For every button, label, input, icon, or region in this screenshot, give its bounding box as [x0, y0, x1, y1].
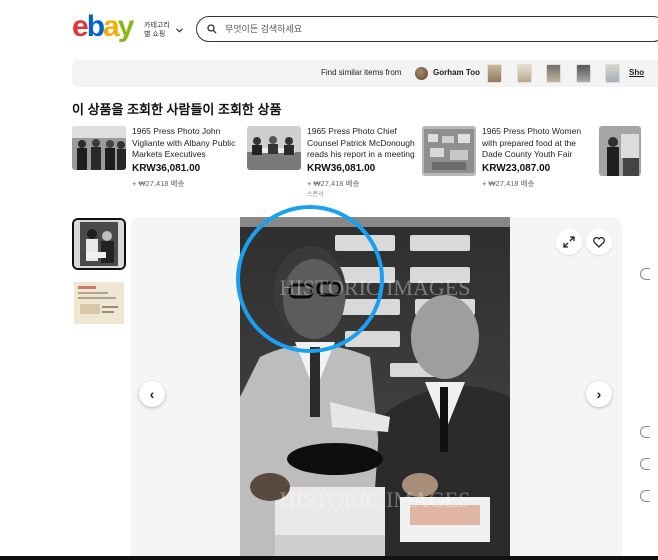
bottom-edge — [0, 556, 658, 560]
sponsored-label: 스폰서 — [307, 192, 324, 198]
item-shipping: + ₩27,418 배송 — [482, 179, 535, 188]
carousel-item[interactable]: 1965 Press Photo Chief Counsel Patrick M… — [247, 126, 425, 201]
chevron-down-icon — [176, 25, 183, 35]
main-product-photo[interactable]: HISTORIC IMAGES HISTORIC IMAGES — [240, 217, 510, 560]
item-image[interactable] — [599, 126, 641, 176]
item-image[interactable] — [72, 126, 126, 170]
watermark-text-2: HISTORIC IMAGES — [280, 487, 471, 512]
item-price: KRW36,081.00 — [307, 163, 376, 174]
similar-item-thumb[interactable] — [546, 64, 561, 83]
heart-icon — [593, 236, 605, 248]
shop-link[interactable]: Sho — [629, 68, 644, 77]
image-thumbnail-2[interactable] — [72, 278, 126, 330]
similar-item-thumb[interactable] — [605, 64, 620, 83]
similar-items-label: Find similar items from — [321, 68, 402, 77]
search-input[interactable] — [225, 24, 605, 34]
prev-image-button[interactable]: ‹ — [139, 381, 165, 407]
seller-avatar[interactable] — [415, 67, 428, 80]
expand-icon — [563, 236, 575, 248]
logo-letter-a: a — [103, 10, 120, 43]
similar-item-thumb[interactable] — [487, 64, 502, 83]
watermark-text-1: HISTORIC IMAGES — [280, 275, 471, 300]
option-radio[interactable] — [640, 426, 650, 438]
category-label: 카테고리별 쇼핑 — [144, 22, 170, 38]
item-price: KRW36,081.00 — [132, 163, 201, 174]
image-thumbnail-1[interactable] — [72, 218, 126, 270]
similar-items-bar: Find similar items from Gorham Too Sho — [72, 60, 658, 87]
carousel-item[interactable]: 1965 Press Photo Women with prepared foo… — [422, 126, 600, 201]
next-image-button[interactable]: › — [586, 381, 612, 407]
similar-item-thumb[interactable] — [576, 64, 591, 83]
option-radio[interactable] — [640, 268, 650, 280]
item-title[interactable]: 1965 Press Photo John Vigliante with Alb… — [132, 126, 247, 161]
section-title: 이 상품을 조회한 사람들이 조회한 상품 — [72, 102, 282, 117]
item-shipping: + ₩27,418 배송 — [307, 179, 360, 188]
item-image[interactable] — [247, 126, 301, 170]
chevron-left-icon: ‹ — [149, 386, 155, 402]
carousel-item[interactable] — [599, 126, 658, 201]
search-bar[interactable] — [196, 16, 658, 42]
watch-button[interactable] — [586, 229, 612, 255]
chevron-right-icon: › — [596, 386, 602, 402]
ebay-logo[interactable]: ebay — [72, 10, 135, 43]
item-shipping: + ₩27,418 배송 — [132, 179, 185, 188]
similar-item-thumb[interactable] — [517, 64, 532, 83]
logo-letter-e: e — [72, 10, 89, 43]
search-icon — [207, 24, 217, 34]
logo-letter-b: b — [86, 10, 105, 43]
item-title[interactable]: 1965 Press Photo Chief Counsel Patrick M… — [307, 126, 422, 161]
option-radio[interactable] — [640, 490, 650, 502]
carousel-item[interactable]: 1965 Press Photo John Vigliante with Alb… — [72, 126, 250, 201]
main-image-viewer[interactable]: HISTORIC IMAGES HISTORIC IMAGES ‹ › — [131, 217, 622, 560]
shop-by-category-button[interactable]: 카테고리별 쇼핑 — [144, 19, 186, 41]
seller-name[interactable]: Gorham Too — [433, 68, 480, 77]
item-title[interactable]: 1965 Press Photo Women with prepared foo… — [482, 126, 597, 161]
logo-letter-y: y — [117, 10, 135, 43]
option-radio[interactable] — [640, 458, 650, 470]
item-image[interactable] — [422, 126, 476, 176]
item-price: KRW23,087.00 — [482, 163, 551, 174]
expand-button[interactable] — [556, 229, 582, 255]
